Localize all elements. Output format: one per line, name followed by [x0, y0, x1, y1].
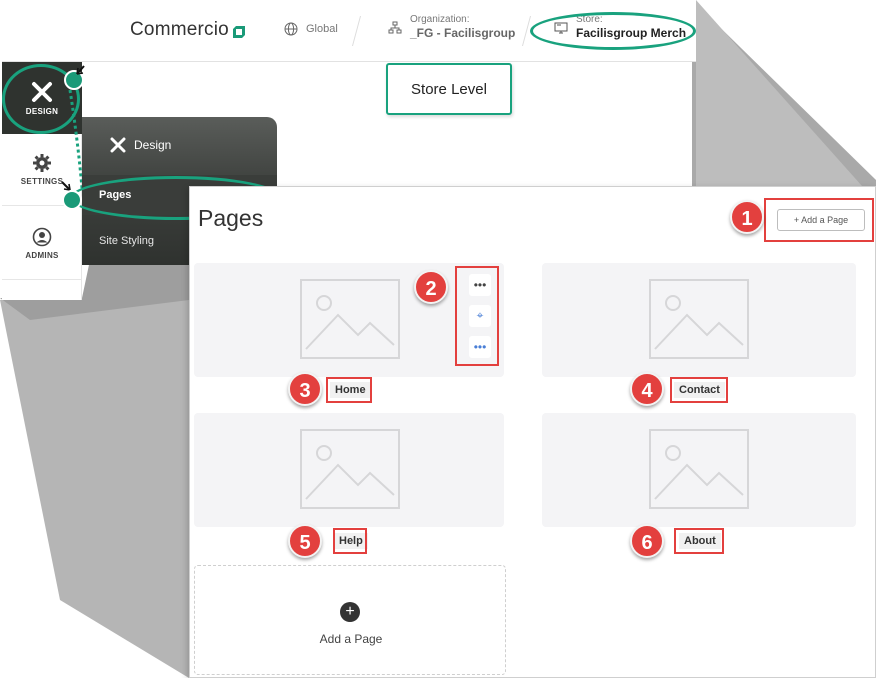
- step-badge-3: 3: [288, 372, 322, 406]
- design-tools-icon: [110, 137, 126, 153]
- rail-label-settings: SETTINGS: [20, 177, 64, 186]
- step-badge-1: 1: [730, 200, 764, 234]
- connector-dot: [62, 190, 82, 210]
- gear-icon: [33, 154, 51, 172]
- add-page-card-label: Add a Page: [319, 632, 383, 646]
- image-placeholder-icon: [649, 279, 749, 359]
- org-label: Organization:: [410, 14, 470, 25]
- pages-panel: Pages + Add a Page ••• ⌖ ••• Home Contac…: [189, 186, 876, 678]
- store-level-callout: Store Level: [386, 63, 512, 115]
- rail-label-admins: ADMINS: [25, 251, 59, 260]
- annotation-box-home: [326, 377, 372, 403]
- step-badge-2: 2: [414, 270, 448, 304]
- store-highlight-ring: [530, 12, 696, 50]
- step-badge-6: 6: [630, 524, 664, 558]
- add-circle-icon: +: [340, 602, 360, 622]
- user-circle-icon: [32, 227, 52, 247]
- image-placeholder-icon: [300, 279, 400, 359]
- logo-mark-icon: [232, 23, 246, 38]
- org-value: _FG - Facilisgroup: [410, 26, 516, 40]
- image-placeholder-icon: [300, 429, 400, 509]
- context-organization[interactable]: Organization: _FG - Facilisgroup: [388, 14, 515, 41]
- globe-icon: [284, 22, 298, 36]
- annotation-box-card-menu: [455, 266, 499, 366]
- page-card-contact[interactable]: [542, 263, 856, 377]
- flyout-header: Design: [110, 137, 171, 153]
- rail-item-admins[interactable]: ADMINS: [2, 208, 82, 280]
- divider: [351, 16, 362, 46]
- annotation-box-help: [333, 528, 367, 554]
- step-badge-5: 5: [288, 524, 322, 558]
- annotation-box-add-page: [764, 198, 874, 242]
- org-tree-icon: [388, 21, 402, 33]
- add-page-card[interactable]: + Add a Page: [194, 565, 506, 675]
- flyout-title: Design: [134, 138, 172, 152]
- annotation-box-about: [674, 528, 724, 554]
- global-label: Global: [306, 23, 338, 35]
- commercio-logo[interactable]: Commercio: [130, 19, 246, 41]
- image-placeholder-icon: [649, 429, 749, 509]
- step-badge-4: 4: [630, 372, 664, 406]
- annotation-box-contact: [670, 377, 728, 403]
- page-card-help[interactable]: [194, 413, 504, 527]
- context-global[interactable]: Global: [284, 22, 338, 36]
- page-title: Pages: [198, 205, 264, 231]
- page-card-about[interactable]: [542, 413, 856, 527]
